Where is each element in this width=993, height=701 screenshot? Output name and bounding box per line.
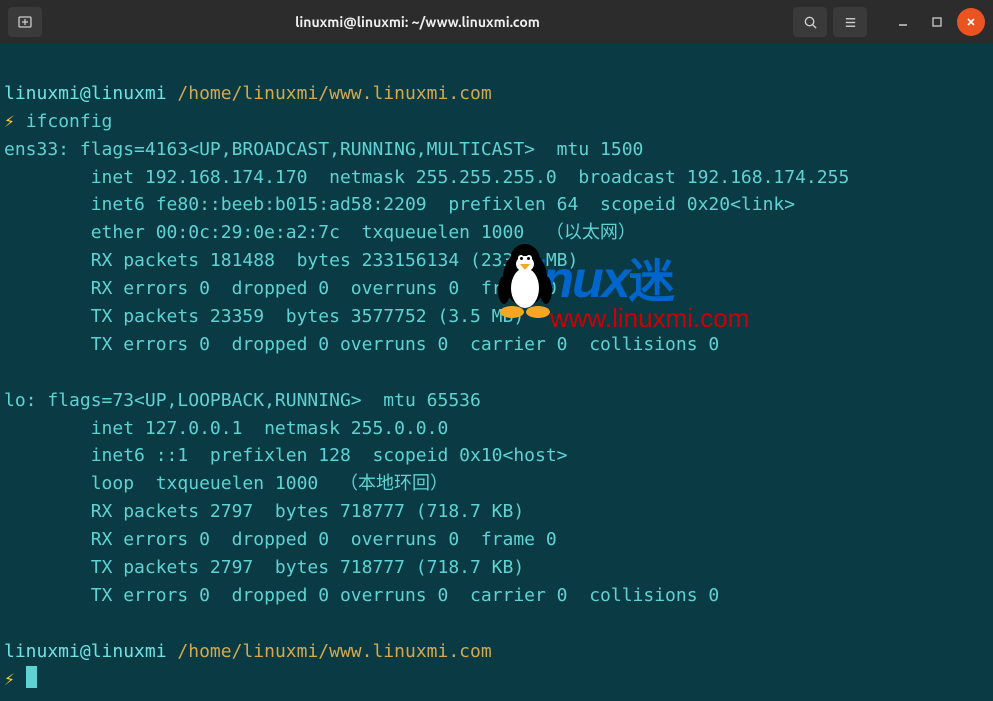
window-title: linuxmi@linuxmi: ~/www.linuxmi.com xyxy=(50,14,785,30)
maximize-button[interactable] xyxy=(923,8,951,36)
prompt-symbol: ⚡ xyxy=(4,111,15,132)
close-icon xyxy=(965,16,977,28)
terminal-cursor xyxy=(26,666,37,688)
output-line: RX errors 0 dropped 0 overruns 0 frame 0 xyxy=(4,278,557,299)
terminal-area[interactable]: linuxmi@linuxmi /home/linuxmi/www.linuxm… xyxy=(0,44,993,701)
output-line: TX packets 23359 bytes 3577752 (3.5 MB) xyxy=(4,306,524,327)
output-line: ens33: flags=4163<UP,BROADCAST,RUNNING,M… xyxy=(4,139,643,160)
output-line: ether 00:0c:29:0e:a2:7c txqueuelen 1000 … xyxy=(4,222,636,243)
output-line: lo: flags=73<UP,LOOPBACK,RUNNING> mtu 65… xyxy=(4,390,481,411)
search-button[interactable] xyxy=(793,7,827,37)
output-line: RX packets 181488 bytes 233156134 (233.1… xyxy=(4,250,578,271)
close-button[interactable] xyxy=(957,8,985,36)
output-line: TX errors 0 dropped 0 overruns 0 carrier… xyxy=(4,334,719,355)
output-line: inet6 ::1 prefixlen 128 scopeid 0x10<hos… xyxy=(4,445,568,466)
output-line: inet 127.0.0.1 netmask 255.0.0.0 xyxy=(4,418,448,439)
prompt-path: /home/linuxmi/www.linuxmi.com xyxy=(177,83,491,104)
command-text: ifconfig xyxy=(26,111,113,132)
titlebar: linuxmi@linuxmi: ~/www.linuxmi.com xyxy=(0,0,993,44)
new-tab-button[interactable] xyxy=(8,7,42,37)
output-line: RX packets 2797 bytes 718777 (718.7 KB) xyxy=(4,501,524,522)
maximize-icon xyxy=(931,16,943,28)
output-line: TX errors 0 dropped 0 overruns 0 carrier… xyxy=(4,585,719,606)
output-line: loop txqueuelen 1000 （本地环回） xyxy=(4,473,448,494)
minimize-icon xyxy=(897,16,909,28)
prompt-user: linuxmi@linuxmi xyxy=(4,83,167,104)
output-line: RX errors 0 dropped 0 overruns 0 frame 0 xyxy=(4,529,557,550)
minimize-button[interactable] xyxy=(889,8,917,36)
hamburger-icon xyxy=(843,15,858,30)
prompt-path: /home/linuxmi/www.linuxmi.com xyxy=(177,641,491,662)
prompt-user: linuxmi@linuxmi xyxy=(4,641,167,662)
new-tab-icon xyxy=(17,14,33,30)
search-icon xyxy=(803,15,818,30)
output-line: inet 192.168.174.170 netmask 255.255.255… xyxy=(4,167,849,188)
output-line: TX packets 2797 bytes 718777 (718.7 KB) xyxy=(4,557,524,578)
prompt-symbol: ⚡ xyxy=(4,669,15,690)
output-line: inet6 fe80::beeb:b015:ad58:2209 prefixle… xyxy=(4,194,795,215)
hamburger-menu-button[interactable] xyxy=(833,7,867,37)
